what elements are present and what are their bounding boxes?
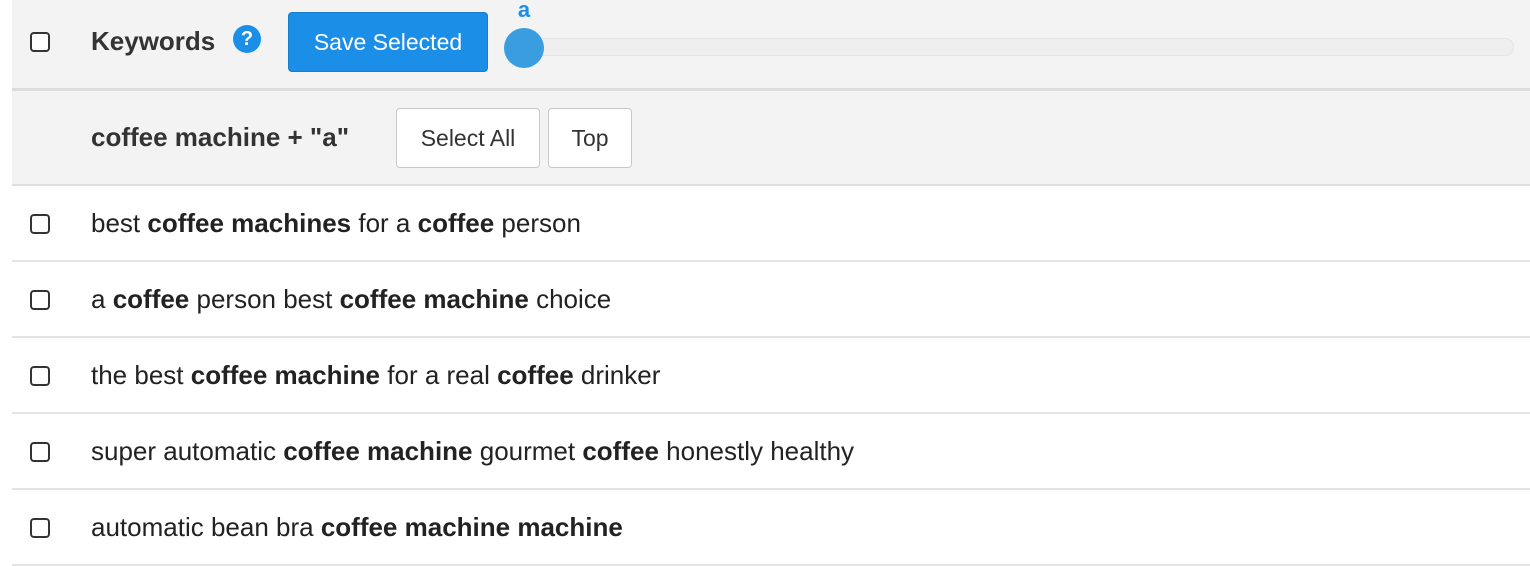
keyword-highlight: coffee machines (147, 208, 352, 238)
keyword-highlight: coffee (582, 436, 659, 466)
keyword-segment: person best (189, 284, 340, 314)
keyword-segment: a (91, 284, 113, 314)
keyword-segment: honestly healthy (658, 436, 855, 466)
group-header: coffee machine + "a" Select All Top (12, 91, 1530, 186)
keyword-row[interactable]: super automatic coffee machine gourmet c… (12, 414, 1530, 490)
keyword-row[interactable]: a coffee person best coffee machine choi… (12, 262, 1530, 338)
keyword-highlight: coffee (417, 208, 495, 238)
select-all-keywords-checkbox[interactable] (30, 32, 50, 52)
help-icon[interactable]: ? (233, 25, 261, 53)
keyword-highlight: coffee machine (283, 436, 473, 466)
keyword-checkbox[interactable] (30, 214, 50, 234)
keyword-row[interactable]: the best coffee machine for a real coffe… (12, 338, 1530, 414)
letter-slider-handle[interactable] (504, 28, 544, 68)
keywords-title: Keywords (91, 26, 216, 56)
keyword-highlight: coffee machine (190, 360, 381, 390)
keyword-highlight: coffee machine (339, 284, 529, 314)
group-title: coffee machine + "a" (91, 122, 350, 152)
keyword-segment: drinker (573, 360, 661, 390)
keyword-segment: for a (351, 208, 418, 238)
keyword-text: best coffee machines for a coffee person (91, 206, 581, 240)
keyword-checkbox[interactable] (30, 366, 50, 386)
select-all-button[interactable]: Select All (396, 108, 540, 168)
keyword-row[interactable]: best coffee machines for a coffee person (12, 186, 1530, 262)
keyword-text: super automatic coffee machine gourmet c… (91, 434, 854, 468)
keyword-highlight: coffee machine machine (320, 512, 623, 542)
letter-slider-track[interactable] (512, 38, 1514, 56)
keyword-highlight: coffee (497, 360, 574, 390)
slider-value-label: a (517, 0, 531, 22)
keywords-header: Keywords ? Save Selected a (12, 0, 1530, 91)
keyword-segment: automatic bean bra (91, 512, 321, 542)
keyword-checkbox[interactable] (30, 518, 50, 538)
keyword-segment: person (494, 208, 581, 238)
keyword-panel: Keywords ? Save Selected a coffee machin… (12, 0, 1530, 566)
keyword-segment: for a real (380, 360, 498, 390)
keyword-segment: super automatic (91, 436, 284, 466)
keyword-text: the best coffee machine for a real coffe… (91, 358, 660, 392)
keyword-segment: the best (91, 360, 191, 390)
keyword-checkbox[interactable] (30, 290, 50, 310)
top-button[interactable]: Top (548, 108, 632, 168)
keyword-text: a coffee person best coffee machine choi… (91, 282, 611, 316)
keyword-segment: gourmet (472, 436, 583, 466)
save-selected-button[interactable]: Save Selected (288, 12, 488, 72)
keyword-segment: best (91, 208, 148, 238)
keyword-row[interactable]: automatic bean bra coffee machine machin… (12, 490, 1530, 566)
keyword-text: automatic bean bra coffee machine machin… (91, 510, 623, 544)
keyword-checkbox[interactable] (30, 442, 50, 462)
keyword-segment: choice (528, 284, 612, 314)
keyword-highlight: coffee (112, 284, 190, 314)
